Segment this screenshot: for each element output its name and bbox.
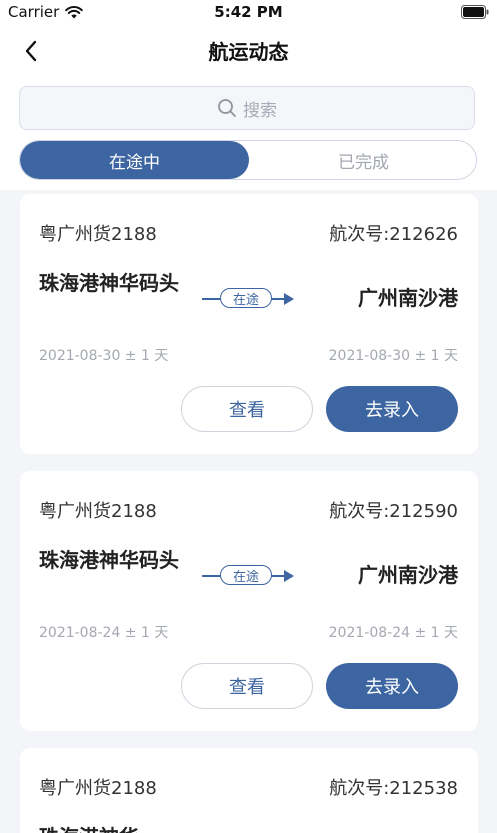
- arrow-right-icon: [284, 293, 294, 305]
- view-button[interactable]: 查看: [181, 663, 313, 709]
- origin-port: 珠海港神华: [39, 821, 199, 833]
- origin-date: 2021-08-24 ± 1 天: [39, 625, 169, 641]
- status-time: 5:42 PM: [214, 3, 283, 21]
- enter-data-button[interactable]: 去录入: [326, 663, 458, 709]
- voyage-card[interactable]: 粤广州货2188 航次号:212626 珠海港神华码头 在途 广州南沙港 202…: [20, 194, 478, 454]
- tab-in-transit[interactable]: 在途中: [20, 141, 249, 179]
- status-tabs: 在途中 已完成: [19, 140, 477, 180]
- destination-port: 广州南沙港: [358, 563, 458, 587]
- navigation-bar: 航运动态: [0, 28, 497, 74]
- voyage-card[interactable]: 粤广州货2188 航次号:212590 珠海港神华码头 在途 广州南沙港 202…: [20, 471, 478, 731]
- voyage-number: 航次号:212626: [329, 224, 458, 245]
- voyage-number: 航次号:212590: [329, 501, 458, 522]
- origin-port: 珠海港神华码头: [39, 271, 179, 295]
- battery-icon: [461, 5, 489, 19]
- vessel-name: 粤广州货2188: [39, 501, 157, 522]
- page-title: 航运动态: [208, 40, 289, 64]
- destination-port: 广州南沙港: [358, 286, 458, 310]
- view-button[interactable]: 查看: [181, 386, 313, 432]
- status-bar: Carrier 5:42 PM: [0, 0, 497, 28]
- origin-date: 2021-08-30 ± 1 天: [39, 348, 169, 364]
- destination-date: 2021-08-24 ± 1 天: [328, 625, 458, 641]
- tab-completed[interactable]: 已完成: [249, 141, 476, 179]
- enter-data-button[interactable]: 去录入: [326, 386, 458, 432]
- arrow-right-icon: [284, 570, 294, 582]
- status-badge: 在途: [220, 288, 272, 308]
- search-placeholder: 搜索: [243, 100, 277, 121]
- header-area: Carrier 5:42 PM 航运动态 搜索 在途中 已完成: [0, 0, 497, 190]
- route-arrow: 在途: [202, 287, 294, 311]
- search-icon: [218, 99, 236, 117]
- vessel-name: 粤广州货2188: [39, 224, 157, 245]
- search-input[interactable]: 搜索: [19, 86, 475, 130]
- destination-date: 2021-08-30 ± 1 天: [328, 348, 458, 364]
- vessel-name: 粤广州货2188: [39, 778, 157, 799]
- voyage-card[interactable]: 粤广州货2188 航次号:212538 珠海港神华: [20, 748, 478, 833]
- voyage-number: 航次号:212538: [329, 778, 458, 799]
- status-badge: 在途: [220, 565, 272, 585]
- origin-port: 珠海港神华码头: [39, 548, 179, 572]
- route-arrow: 在途: [202, 564, 294, 588]
